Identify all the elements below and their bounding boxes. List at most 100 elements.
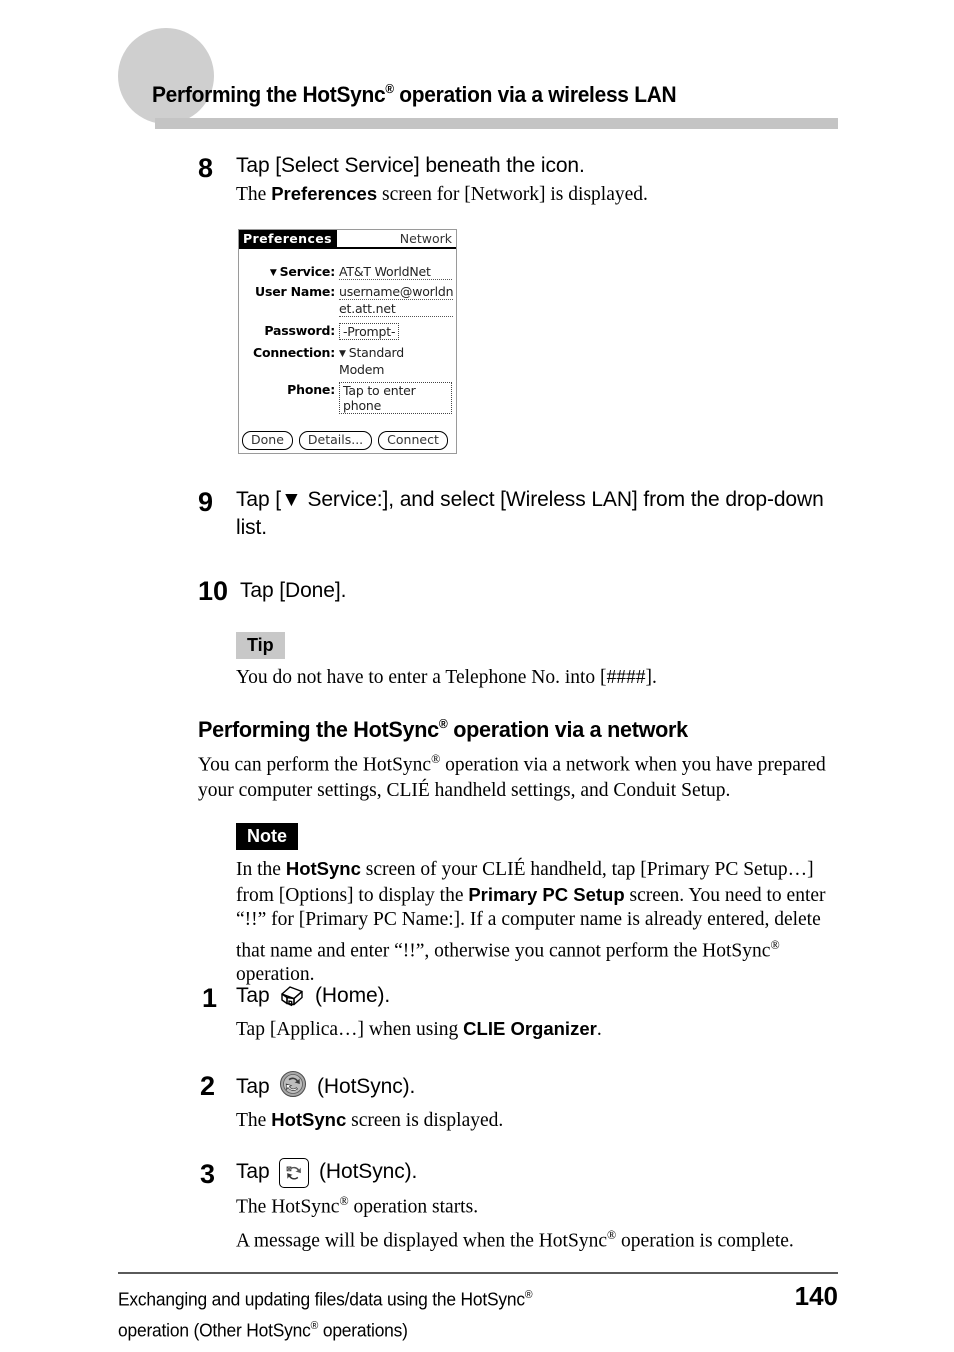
- step-8-subtext: The Preferences screen for [Network] is …: [236, 180, 844, 208]
- pda-field-connection: Connection: ▼ Standard Modem: [239, 345, 456, 377]
- step-8-body: Tap [Select Service] beneath the icon. T…: [236, 152, 844, 208]
- note-badge: Note: [236, 823, 298, 850]
- step-3-body: Tap (HotSync). The HotSync® operation st…: [236, 1158, 844, 1255]
- registered-mark-icon-heading: ®: [438, 717, 448, 731]
- triangle-down-icon[interactable]: ▼: [270, 268, 277, 278]
- footer-line2-after: operations): [318, 1319, 408, 1341]
- step-3-subtext-line1: The HotSync® operation starts.: [236, 1188, 844, 1220]
- step-1-title: Tap (Home).: [236, 982, 844, 1015]
- step-3-sub1-after: operation starts.: [348, 1196, 479, 1218]
- pda-done-button[interactable]: Done: [242, 431, 293, 450]
- footer-line1-before: Exchanging and updating files/data using…: [118, 1288, 525, 1310]
- pda-field-service-value[interactable]: AT&T WorldNet: [339, 264, 452, 280]
- step-8-title: Tap [Select Service] beneath the icon.: [236, 154, 585, 177]
- step-9-title: Tap [▼ Service:], and select [Wireless L…: [236, 488, 824, 539]
- note-p1-before: In the: [236, 859, 286, 880]
- pda-field-service: ▼ Service: AT&T WorldNet: [239, 264, 456, 280]
- note-text: In the HotSync screen of your CLIÉ handh…: [236, 857, 844, 988]
- pda-app-title-tab[interactable]: Preferences: [239, 230, 337, 247]
- preferences-network-screenshot: Preferences Network ▼ Service: AT&T World…: [238, 229, 457, 454]
- pda-field-phone: Phone: Tap to enter phone: [239, 381, 456, 414]
- step-10-number: 10: [198, 576, 229, 606]
- step-8-sub-after: screen for [Network] is displayed.: [377, 184, 648, 205]
- step-1-body: Tap (Home). Tap [Applica…] when using CL…: [236, 982, 844, 1043]
- home-icon[interactable]: [279, 983, 305, 1015]
- step-3-title: Tap (HotSync).: [236, 1158, 844, 1188]
- document-page: Performing the HotSync® operation via a …: [0, 0, 954, 1352]
- triangle-down-icon-connection[interactable]: ▼: [339, 347, 346, 362]
- step-2-title-after: (HotSync).: [311, 1075, 416, 1098]
- step-3-title-before: Tap: [236, 1160, 276, 1183]
- tip-text: You do not have to enter a Telephone No.…: [236, 667, 657, 688]
- page-header-title: Performing the HotSync® operation via a …: [152, 82, 677, 108]
- step-3-number: 3: [200, 1159, 216, 1189]
- step-3-sub1-before: The HotSync: [236, 1196, 340, 1218]
- pda-form: ▼ Service: AT&T WorldNet User Name: usern…: [239, 249, 456, 414]
- pda-field-username: User Name: username@worldn et.att.net: [239, 284, 456, 317]
- pda-field-connection-value[interactable]: ▼ Standard Modem: [339, 345, 452, 377]
- pda-category-label[interactable]: Network: [400, 231, 452, 247]
- registered-mark-icon-footer1: ®: [524, 1289, 533, 1301]
- step-2-title: Tap (HotSync).: [236, 1070, 844, 1106]
- step-3-title-after: (HotSync).: [313, 1160, 418, 1183]
- pda-button-row: Done Details... Connect: [242, 431, 448, 450]
- footer-breadcrumb: Exchanging and updating files/data using…: [118, 1282, 701, 1343]
- pda-connection-value-text: Standard Modem: [339, 345, 405, 377]
- registered-mark-icon-para: ®: [431, 752, 441, 767]
- step-3-subtext-line2: A message will be displayed when the Hot…: [236, 1222, 844, 1254]
- step-2-sub-after: screen is displayed.: [346, 1110, 504, 1131]
- registered-mark-icon-footer2: ®: [310, 1319, 319, 1332]
- page-number: 140: [794, 1281, 838, 1311]
- header-title-text: Performing the HotSync: [152, 82, 386, 108]
- hotsync-button-icon[interactable]: [279, 1158, 310, 1188]
- section-paragraph: You can perform the HotSync® operation v…: [198, 747, 844, 803]
- step-8-sub-before: The: [236, 184, 272, 205]
- section-heading-after: operation via a network: [447, 717, 688, 743]
- header-title-text-tail: operation via a wireless LAN: [393, 82, 677, 108]
- section-para-before: You can perform the HotSync: [198, 754, 432, 776]
- step-10-body: Tap [Done].: [240, 577, 844, 605]
- pda-field-connection-label: Connection:: [253, 345, 335, 360]
- registered-mark-icon-step3b: ®: [606, 1228, 617, 1243]
- hotsync-icon[interactable]: [279, 1070, 307, 1106]
- section-heading-before: Performing the HotSync: [198, 717, 439, 743]
- pda-field-phone-label: Phone:: [287, 381, 335, 397]
- pda-connect-button[interactable]: Connect: [378, 431, 448, 450]
- step-1-number: 1: [202, 983, 218, 1013]
- step-1-subtext: Tap [Applica…] when using CLIE Organizer…: [236, 1015, 844, 1043]
- pda-field-password: Password: -Prompt-: [239, 323, 456, 340]
- pda-field-password-label: Password:: [264, 323, 335, 338]
- pda-field-password-value[interactable]: -Prompt-: [339, 323, 400, 340]
- note-block: Note In the HotSync screen of your CLIÉ …: [236, 823, 844, 988]
- step-9-number: 9: [198, 487, 214, 517]
- footer-divider: [118, 1272, 838, 1274]
- step-3-sub2-before: A message will be displayed when the Hot…: [236, 1230, 607, 1252]
- footer-line2-before: operation (Other HotSync: [118, 1319, 311, 1341]
- pda-field-username-value-line2[interactable]: et.att.net: [339, 301, 454, 317]
- pda-field-username-value-line1[interactable]: username@worldn: [339, 284, 454, 300]
- pda-field-service-label: ▼ Service:: [241, 264, 339, 279]
- step-8-number: 8: [198, 153, 214, 183]
- section-network-hotsync: Performing the HotSync® operation via a …: [198, 709, 844, 804]
- step-10-title: Tap [Done].: [240, 579, 347, 602]
- preferences-emphasis: Preferences: [271, 183, 378, 204]
- step-2-sub-before: The: [236, 1110, 272, 1131]
- pda-title-bar: Preferences Network: [239, 230, 456, 249]
- step-9-body: Tap [▼ Service:], and select [Wireless L…: [236, 486, 836, 542]
- registered-mark-icon-note: ®: [770, 937, 780, 952]
- step-2-body: Tap (HotSync). The HotSync screen is dis…: [236, 1070, 844, 1134]
- step-2-subtext: The HotSync screen is displayed.: [236, 1106, 844, 1134]
- pda-service-label-text: Service:: [279, 264, 336, 279]
- tip-badge: Tip: [236, 632, 285, 659]
- step-1-title-before: Tap: [236, 984, 276, 1007]
- primary-pc-setup-emphasis: Primary PC Setup: [468, 883, 625, 905]
- tip-block: Tip You do not have to enter a Telephone…: [236, 632, 844, 691]
- hotsync-emphasis: HotSync: [285, 858, 361, 879]
- step-2-title-before: Tap: [236, 1075, 276, 1098]
- step-1-sub-before: Tap [Applica…] when using: [236, 1019, 464, 1040]
- header-rule-bar: [155, 118, 838, 129]
- pda-field-phone-value[interactable]: Tap to enter phone: [339, 381, 452, 414]
- pda-details-button[interactable]: Details...: [298, 431, 373, 450]
- step-1-title-after: (Home).: [309, 984, 391, 1007]
- step-1-sub-after: .: [596, 1019, 602, 1040]
